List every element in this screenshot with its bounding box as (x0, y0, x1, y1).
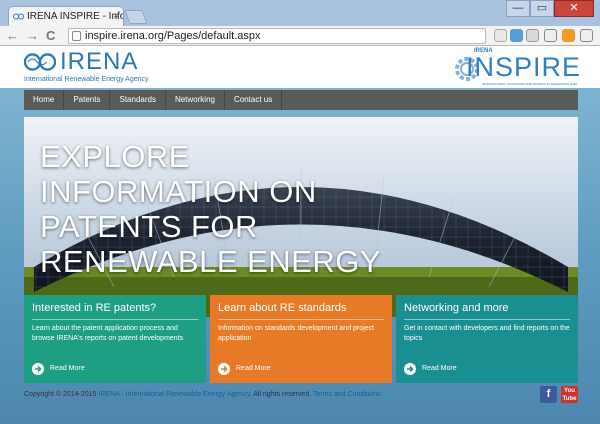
card-patents[interactable]: Interested in RE patents? Learn about th… (24, 295, 206, 383)
extension-icon[interactable] (510, 29, 523, 42)
facebook-icon[interactable]: f (540, 386, 557, 403)
card-title: Interested in RE patents? (32, 302, 157, 314)
copyright-text: Copyright © 2014-2015 (24, 391, 99, 398)
terms-link[interactable]: Terms and Conditions (313, 391, 381, 398)
inspire-wordmark: INSPIRE (466, 52, 582, 82)
page-icon (72, 31, 81, 41)
inspire-tagline: INTERNATIONAL STANDARDS AND PATENTS IN R… (482, 82, 577, 86)
hero-title: EXPLORE INFORMATION ON PATENTS FOR RENEW… (40, 139, 382, 279)
browser-tab[interactable]: IRENA INSPIRE - Inform × (8, 6, 124, 26)
card-title: Networking and more (404, 302, 509, 314)
read-more-link[interactable]: Read More (218, 363, 271, 375)
nav-standards[interactable]: Standards (110, 90, 166, 110)
address-bar[interactable]: inspire.irena.org/Pages/default.aspx (68, 28, 486, 44)
card-networking[interactable]: Networking and more Get in contact with … (396, 295, 578, 383)
arrow-right-icon (404, 363, 416, 375)
card-text: Get in contact with developers and find … (404, 325, 570, 342)
irena-favicon-icon (13, 13, 24, 20)
window-close-button[interactable]: ✕ (554, 0, 594, 17)
tab-strip: IRENA INSPIRE - Inform × — ▭ ✕ (0, 0, 600, 26)
read-more-link[interactable]: Read More (404, 363, 457, 375)
logo-subtitle: International Renewable Energy Agency (24, 76, 149, 83)
inspire-logo[interactable]: IRENA INSPIRE INTERNATIONAL STANDARDS AN… (452, 48, 582, 88)
read-more-label: Read More (236, 365, 271, 372)
chart-icon[interactable] (562, 29, 575, 42)
irena-logo-icon (24, 53, 56, 71)
card-standards[interactable]: Learn about RE standards Information on … (210, 295, 392, 383)
nav-patents[interactable]: Patents (64, 90, 111, 110)
tab-title: IRENA INSPIRE - Inform (27, 11, 123, 22)
star-icon[interactable] (494, 29, 507, 42)
hero-banner: EXPLORE INFORMATION ON PATENTS FOR RENEW… (24, 117, 578, 317)
extension-icon-2[interactable] (526, 29, 539, 42)
address-url: inspire.irena.org/Pages/default.aspx (85, 30, 261, 42)
web-page: IRENA International Renewable Energy Age… (0, 46, 600, 424)
read-more-label: Read More (422, 365, 457, 372)
back-button[interactable]: ← (6, 28, 19, 44)
rights-text: . All rights reserved. (249, 391, 313, 398)
footer: Copyright © 2014-2015 IRENA - Internatio… (24, 391, 381, 398)
card-text: Information on standards development and… (218, 325, 375, 342)
card-divider (32, 319, 198, 320)
youtube-icon[interactable]: You Tube (561, 386, 578, 403)
browser-chrome: IRENA INSPIRE - Inform × — ▭ ✕ ← → C ins… (0, 0, 600, 46)
irena-link[interactable]: IRENA - International Renewable Energy A… (98, 391, 249, 398)
card-text: Learn about the patent application proce… (32, 325, 184, 342)
menu-icon[interactable] (580, 29, 593, 42)
card-divider (218, 319, 384, 320)
minimize-button[interactable]: — (506, 0, 530, 17)
screen-icon[interactable] (544, 29, 557, 42)
forward-button[interactable]: → (26, 28, 39, 44)
arrow-right-icon (32, 363, 44, 375)
nav-networking[interactable]: Networking (166, 90, 225, 110)
main-nav: Home Patents Standards Networking Contac… (24, 90, 578, 110)
maximize-button[interactable]: ▭ (530, 0, 554, 17)
window-controls: — ▭ ✕ (506, 0, 594, 18)
card-title: Learn about RE standards (218, 302, 347, 314)
new-tab-button[interactable] (124, 10, 148, 24)
nav-contact[interactable]: Contact us (225, 90, 283, 110)
browser-toolbar: ← → C inspire.irena.org/Pages/default.as… (0, 26, 600, 46)
arrow-right-icon (218, 363, 230, 375)
logo-text: IRENA (60, 48, 139, 75)
irena-logo[interactable]: IRENA International Renewable Energy Age… (24, 48, 184, 88)
tab-close-icon[interactable]: × (113, 7, 119, 26)
reload-button[interactable]: C (46, 28, 55, 44)
read-more-label: Read More (50, 365, 85, 372)
card-divider (404, 319, 570, 320)
read-more-link[interactable]: Read More (32, 363, 85, 375)
nav-home[interactable]: Home (24, 90, 65, 110)
